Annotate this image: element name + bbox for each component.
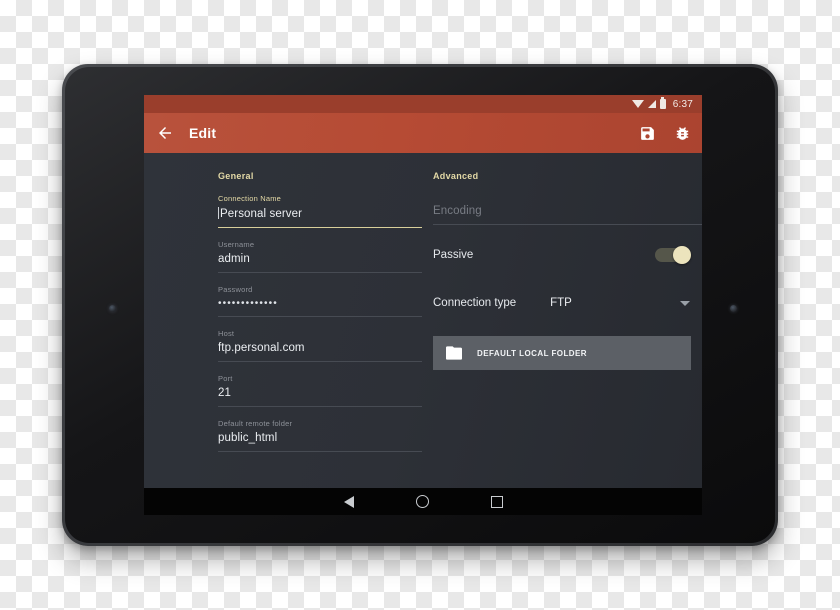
field-username[interactable]: Username admin	[218, 240, 422, 273]
general-section: General Connection Name Personal server …	[144, 171, 422, 488]
field-default-remote-folder[interactable]: Default remote folder public_html	[218, 419, 422, 452]
battery-icon	[659, 97, 666, 109]
tablet-device-frame: 6:37 Edit General Connection Name Person…	[62, 64, 778, 546]
default-local-folder-label: DEFAULT LOCAL FOLDER	[477, 348, 588, 358]
field-label-connection-name: Connection Name	[218, 194, 282, 203]
general-section-title: General	[218, 171, 254, 181]
bug-icon[interactable]	[674, 125, 691, 142]
passive-row: Passive	[433, 242, 702, 268]
field-label-host: Host	[218, 329, 235, 338]
device-screen: 6:37 Edit General Connection Name Person…	[144, 95, 702, 515]
field-label-password: Password	[218, 285, 253, 294]
front-camera-left-icon	[109, 305, 116, 312]
field-encoding[interactable]: Encoding	[433, 194, 702, 225]
field-underline-username	[218, 272, 422, 273]
status-bar-clock: 6:37	[672, 98, 693, 110]
app-toolbar: Edit	[144, 113, 702, 153]
passive-toggle-switch[interactable]	[655, 246, 691, 264]
field-value-port[interactable]: 21	[218, 387, 422, 406]
nav-back-button[interactable]	[343, 495, 354, 508]
field-label-port: Port	[218, 374, 233, 383]
default-local-folder-button[interactable]: DEFAULT LOCAL FOLDER	[433, 336, 691, 370]
passive-label: Passive	[433, 249, 474, 261]
toggle-knob	[673, 246, 691, 264]
field-value-username[interactable]: admin	[218, 253, 422, 272]
text-caret	[218, 207, 219, 219]
nav-home-button[interactable]	[415, 495, 429, 508]
wifi-icon	[631, 100, 644, 108]
field-underline-port	[218, 406, 422, 407]
chevron-down-icon[interactable]	[680, 300, 690, 306]
connection-type-row[interactable]: Connection type FTP	[433, 292, 702, 314]
connection-type-label: Connection type	[433, 297, 517, 309]
status-bar-icons: 6:37	[631, 97, 693, 110]
toolbar-actions	[639, 125, 691, 142]
field-underline-host	[218, 361, 422, 362]
field-connection-name[interactable]: Connection Name Personal server	[218, 194, 422, 228]
advanced-section-title: Advanced	[433, 171, 479, 181]
field-underline-password	[218, 316, 422, 317]
field-value-default-remote-folder[interactable]: public_html	[218, 432, 422, 451]
back-arrow-icon[interactable]	[155, 123, 175, 143]
edit-connection-form: General Connection Name Personal server …	[144, 153, 702, 488]
android-navigation-bar	[144, 488, 702, 515]
page-title: Edit	[189, 125, 217, 141]
field-value-connection-name[interactable]: Personal server	[218, 207, 422, 227]
field-host[interactable]: Host ftp.personal.com	[218, 329, 422, 362]
field-value-encoding[interactable]: Encoding	[433, 205, 702, 224]
field-underline-connection-name	[218, 227, 422, 228]
tablet-bezel: 6:37 Edit General Connection Name Person…	[65, 67, 775, 543]
field-value-password[interactable]: •••••••••••••	[218, 298, 422, 316]
field-port[interactable]: Port 21	[218, 374, 422, 407]
folder-icon	[446, 346, 462, 360]
nav-recents-button[interactable]	[490, 495, 503, 508]
field-label-username: Username	[218, 240, 255, 249]
field-underline-encoding	[433, 224, 702, 225]
field-value-host[interactable]: ftp.personal.com	[218, 342, 422, 361]
connection-type-value[interactable]: FTP	[550, 297, 572, 309]
connection-name-text: Personal server	[220, 208, 303, 220]
advanced-section: Advanced Encoding Passive Connection typ…	[422, 171, 702, 488]
front-camera-right-icon	[730, 305, 737, 312]
field-password[interactable]: Password •••••••••••••	[218, 285, 422, 317]
save-icon[interactable]	[639, 125, 656, 142]
signal-icon	[647, 100, 656, 108]
field-label-default-remote-folder: Default remote folder	[218, 419, 293, 428]
status-bar: 6:37	[144, 95, 702, 113]
field-underline-default-remote-folder	[218, 451, 422, 452]
